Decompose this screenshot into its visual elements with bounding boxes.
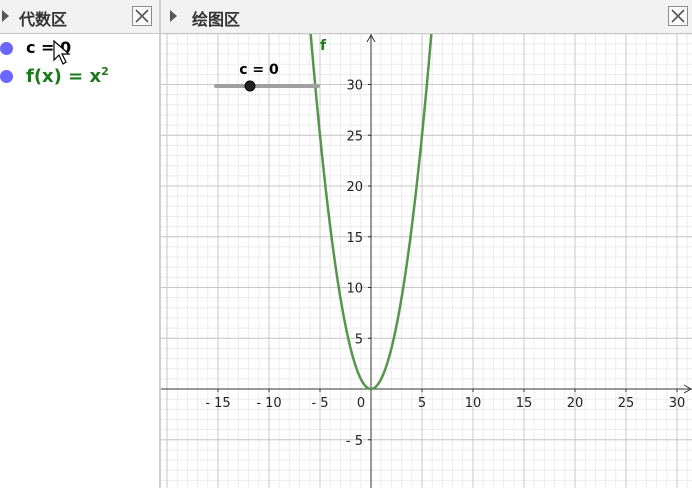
close-icon [135, 9, 149, 23]
x-tick-label: 5 [418, 396, 426, 411]
x-tick-label: - 10 [256, 396, 281, 411]
graph-svg[interactable]: - 15 - 10 - 5 0 5 10 15 20 25 30 30 25 20 15 10 5 - 5 f c … [161, 34, 692, 488]
slider-handle[interactable] [244, 80, 256, 92]
y-tick-label: 10 [346, 282, 363, 297]
function-graph[interactable]: - 15 - 10 - 5 0 5 10 15 20 25 30 30 25 20 15 10 5 - 5 f c … [161, 34, 692, 488]
graphics-view-header: 绘图区 [161, 0, 692, 34]
close-algebra-view-button[interactable] [132, 6, 152, 26]
collapse-triangle-icon[interactable] [2, 10, 9, 22]
algebra-view-header: 代数区 [0, 0, 159, 34]
close-icon [671, 9, 685, 23]
slider-label: c = 0 [239, 62, 279, 78]
x-tick-label: 20 [567, 396, 584, 411]
algebra-view-title: 代数区 [19, 10, 68, 29]
y-tick-label: - 5 [346, 434, 363, 449]
x-tick-label: - 15 [205, 396, 230, 411]
algebra-item-function[interactable]: f(x) = x2 [0, 64, 159, 90]
visibility-toggle-icon[interactable] [0, 70, 13, 83]
close-graphics-view-button[interactable] [668, 6, 688, 26]
function-definition-text: f(x) = x [26, 66, 102, 87]
x-tick-label: - 5 [311, 396, 328, 411]
visibility-toggle-icon[interactable] [0, 42, 13, 55]
x-tick-label: 30 [669, 396, 686, 411]
x-tick-label: 15 [516, 396, 533, 411]
exponent-text: 2 [101, 65, 109, 78]
graphics-view-title: 绘图区 [192, 10, 241, 29]
algebra-item-f-label[interactable]: f(x) = x2 [26, 65, 109, 87]
algebra-item-slider[interactable]: c = 0 [0, 38, 159, 64]
x-tick-label: 25 [618, 396, 635, 411]
x-tick-label: 0 [357, 396, 365, 411]
y-tick-label: 15 [346, 231, 363, 246]
x-tick-label: 10 [465, 396, 482, 411]
mouse-pointer-icon [53, 40, 71, 65]
y-tick-label: 30 [346, 79, 363, 94]
y-tick-label: 20 [346, 180, 363, 195]
y-tick-label: 25 [346, 129, 363, 144]
function-label: f [320, 38, 327, 54]
collapse-triangle-icon[interactable] [170, 10, 177, 22]
graphics-view-canvas[interactable]: - 15 - 10 - 5 0 5 10 15 20 25 30 30 25 20 15 10 5 - 5 f c … [161, 34, 692, 488]
y-tick-label: 5 [355, 332, 363, 347]
